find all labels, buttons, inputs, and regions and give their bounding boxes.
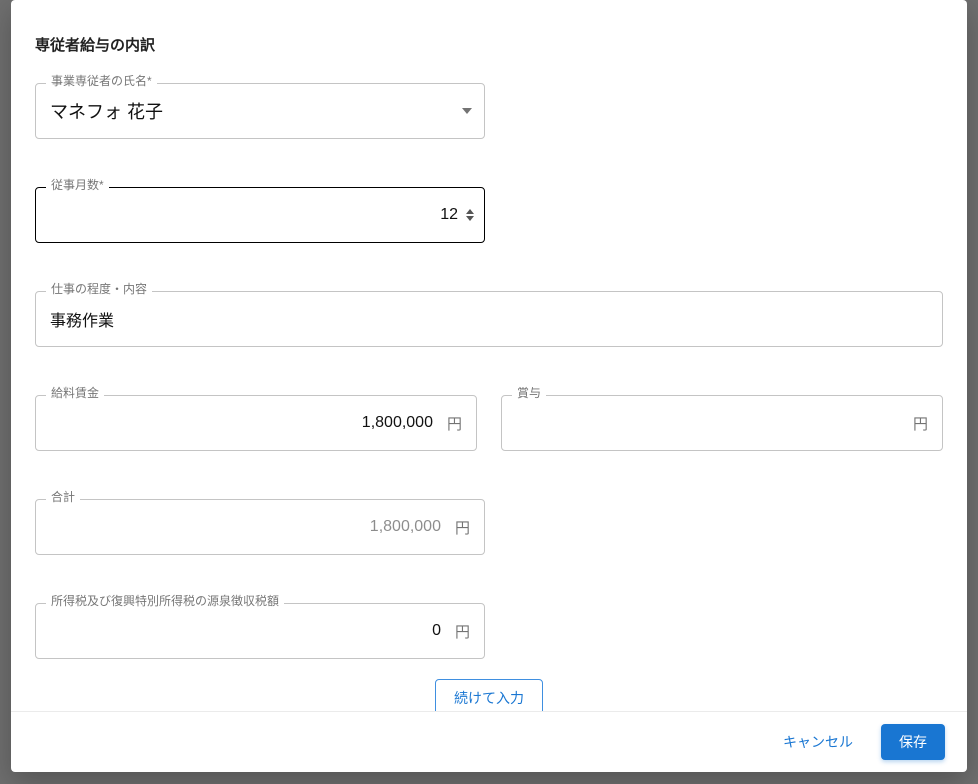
employee-name-select[interactable]: 事業専従者の氏名* マネフォ 花子: [35, 83, 485, 139]
work-content-input[interactable]: [36, 294, 942, 344]
total-unit: 円: [455, 517, 484, 538]
cancel-button[interactable]: キャンセル: [773, 724, 863, 760]
dialog-title: 専従者給与の内訳: [35, 34, 943, 55]
total-field: 合計 円: [35, 499, 485, 555]
work-content-label: 仕事の程度・内容: [46, 283, 152, 295]
work-content-field[interactable]: 仕事の程度・内容: [35, 291, 943, 347]
withholding-tax-field[interactable]: 所得税及び復興特別所得税の源泉徴収税額 円: [35, 603, 485, 659]
bonus-label: 賞与: [512, 387, 546, 399]
dialog-body: 専従者給与の内訳 事業専従者の氏名* マネフォ 花子 従事月数*: [11, 0, 967, 711]
months-label: 従事月数*: [46, 179, 109, 191]
withholding-tax-unit: 円: [455, 621, 484, 642]
salary-label: 給料賃金: [46, 387, 104, 399]
bonus-input[interactable]: [502, 398, 913, 448]
spinner-up-icon[interactable]: [466, 209, 474, 214]
months-input[interactable]: [36, 190, 466, 240]
continue-button[interactable]: 続けて入力: [435, 679, 543, 711]
dialog-footer: キャンセル 保存: [11, 711, 967, 772]
bonus-field[interactable]: 賞与 円: [501, 395, 943, 451]
total-label: 合計: [46, 491, 80, 503]
employee-name-value: マネフォ 花子: [50, 98, 462, 124]
spinner-down-icon[interactable]: [466, 216, 474, 221]
months-field[interactable]: 従事月数*: [35, 187, 485, 243]
withholding-tax-input[interactable]: [36, 606, 455, 656]
dropdown-icon: [462, 108, 472, 114]
employee-name-label: 事業専従者の氏名*: [46, 75, 157, 87]
salary-field[interactable]: 給料賃金 円: [35, 395, 477, 451]
bonus-unit: 円: [913, 413, 942, 434]
salary-input[interactable]: [36, 398, 447, 448]
salary-unit: 円: [447, 413, 476, 434]
withholding-tax-label: 所得税及び復興特別所得税の源泉徴収税額: [46, 595, 284, 607]
save-button[interactable]: 保存: [881, 724, 945, 760]
months-spinner: [466, 209, 474, 221]
family-employee-salary-dialog: 専従者給与の内訳 事業専従者の氏名* マネフォ 花子 従事月数*: [11, 0, 967, 772]
total-value: [36, 502, 455, 552]
